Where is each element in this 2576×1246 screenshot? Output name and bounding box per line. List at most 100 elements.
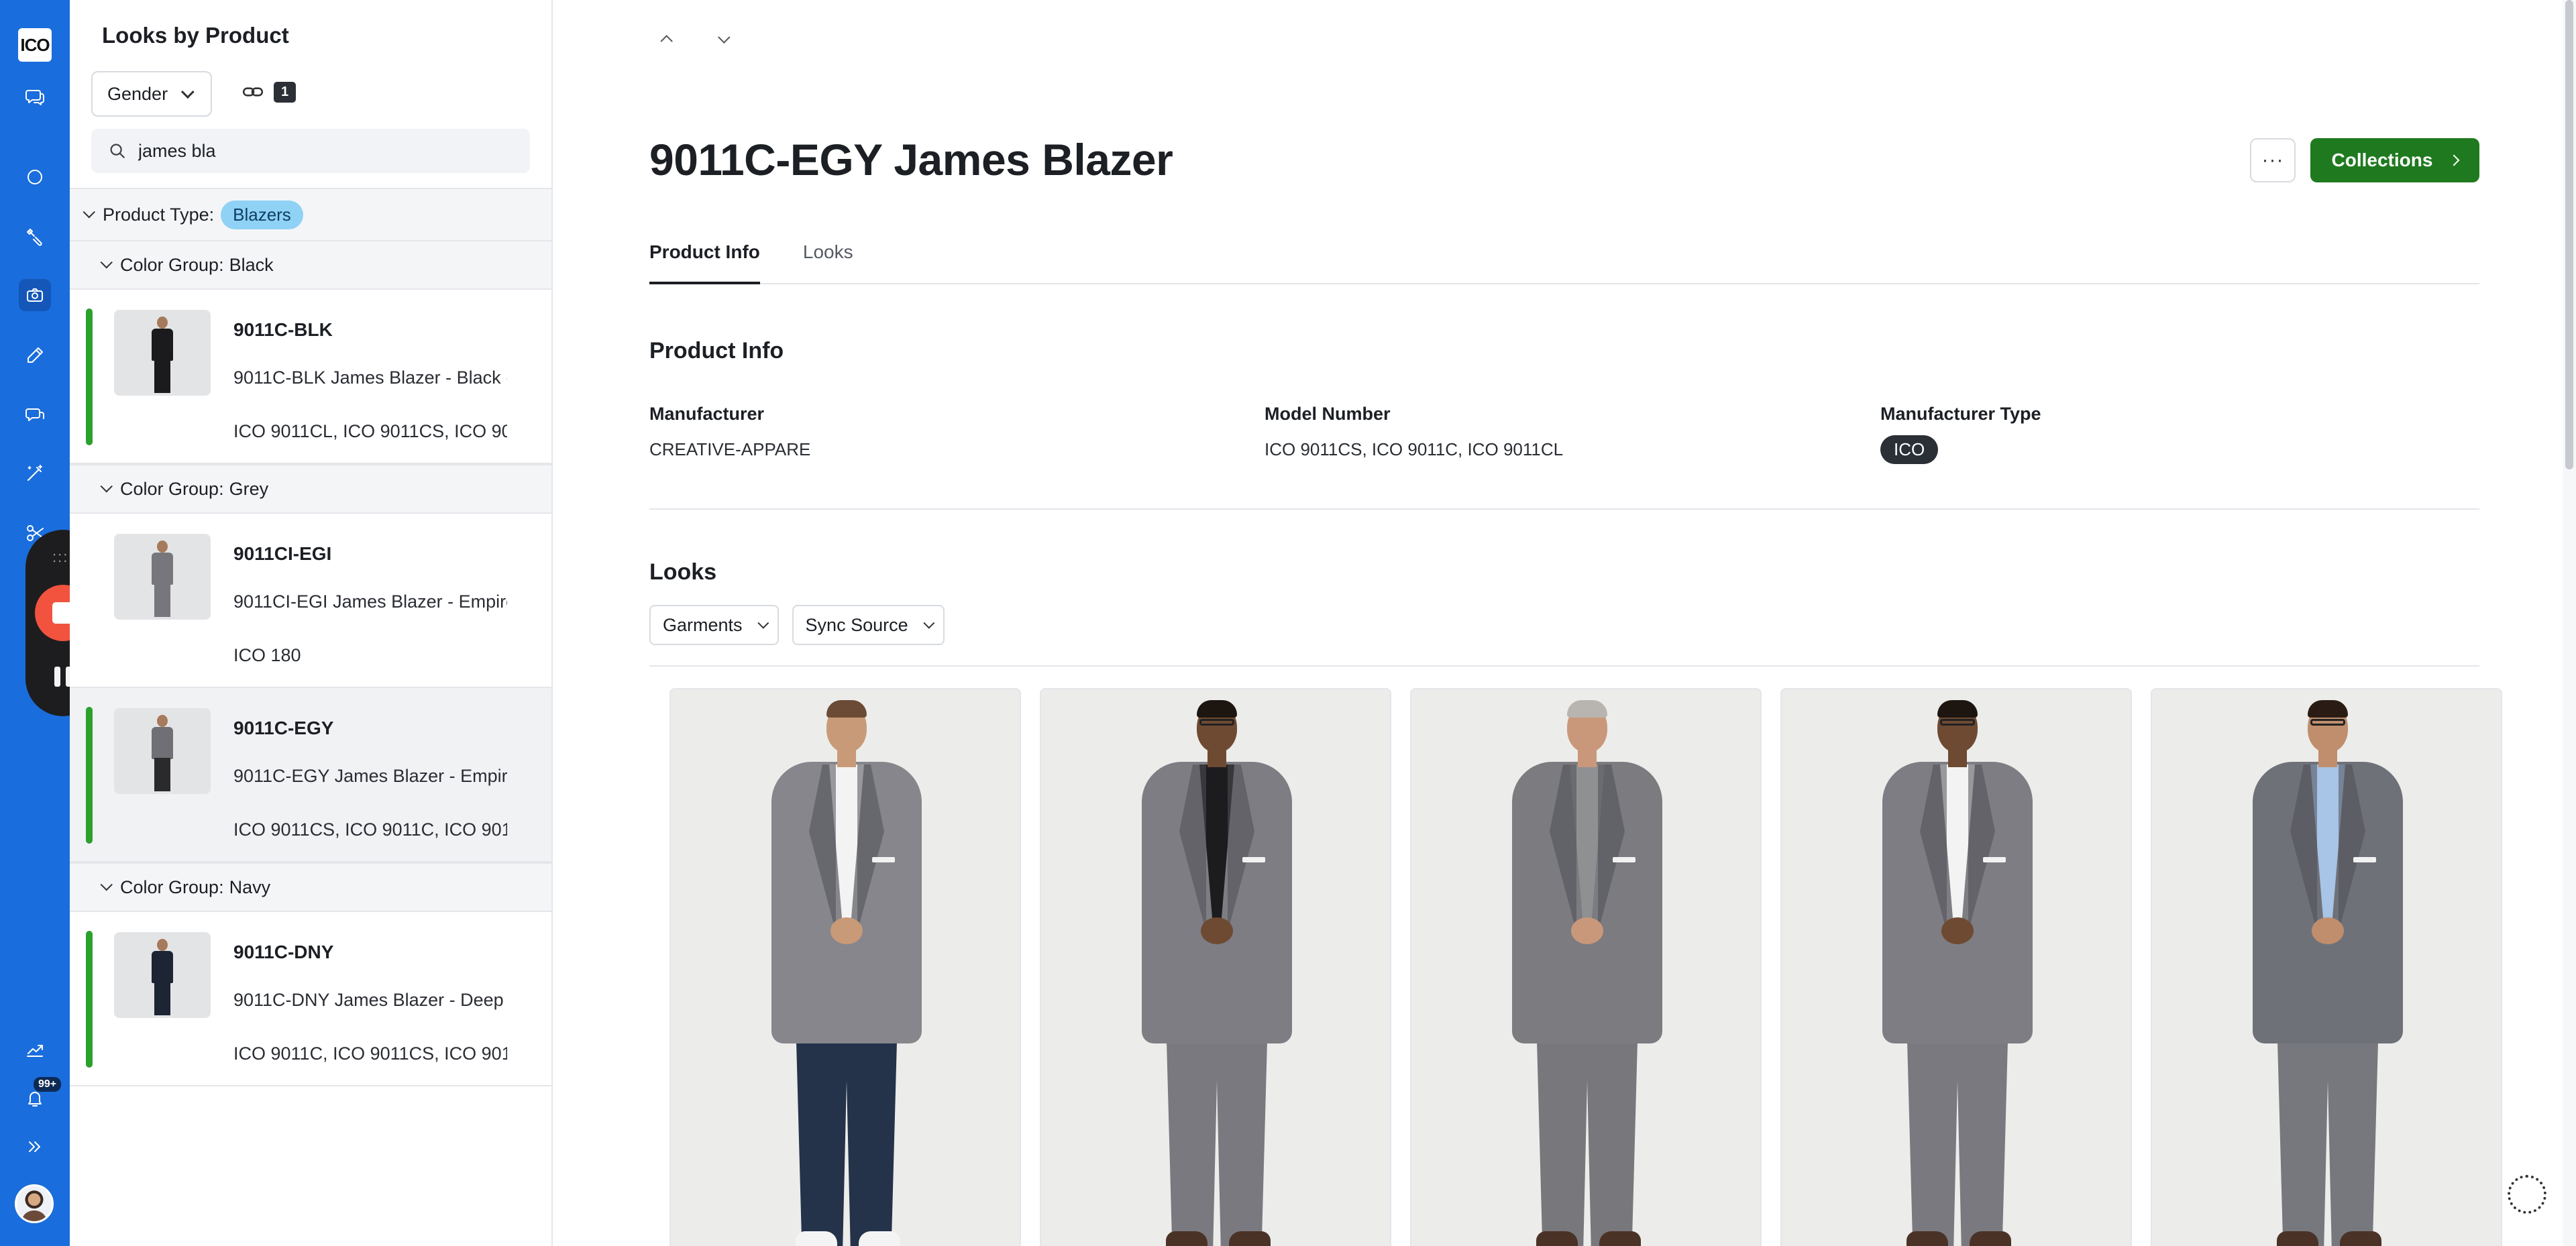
figure-shoe	[1907, 1231, 1948, 1246]
chart-up-icon[interactable]	[19, 1034, 51, 1066]
figure-hands	[830, 917, 863, 944]
chevron-down-icon	[83, 205, 95, 218]
figure-trousers	[2277, 1025, 2379, 1246]
figure-shoe	[859, 1231, 900, 1246]
chevron-down-icon	[180, 85, 195, 99]
chat-bubbles-icon[interactable]	[19, 80, 51, 113]
item-description: 9011CI-EGI James Blazer - Empire Grey	[233, 591, 507, 612]
chevron-up-icon	[659, 34, 673, 48]
list-item[interactable]: 9011CI-EGI 9011CI-EGI James Blazer - Emp…	[70, 514, 551, 688]
item-code: 9011C-DNY	[233, 942, 334, 962]
app-logo[interactable]: ICO	[18, 28, 52, 62]
figure-hands	[1941, 917, 1974, 944]
status-bar	[86, 707, 93, 844]
figure-shoe	[1229, 1231, 1271, 1246]
look-photo[interactable]	[1410, 688, 1762, 1246]
color-group-header[interactable]: Color Group: Grey	[70, 464, 551, 514]
garments-filter-button[interactable]: Garments	[649, 605, 779, 645]
figure-shoe	[1166, 1231, 1208, 1246]
chevron-down-icon	[717, 30, 731, 44]
previous-record-button[interactable]	[659, 31, 676, 48]
look-photo[interactable]	[1780, 688, 2132, 1246]
figure-shoe	[2277, 1231, 2318, 1246]
status-bar	[86, 308, 93, 445]
linked-filter-toggle[interactable]: 1	[241, 80, 297, 103]
figure-hands	[1571, 917, 1603, 944]
product-thumbnail	[114, 310, 211, 396]
figure-hands	[2312, 917, 2344, 944]
color-group-value: Grey	[229, 478, 269, 499]
figure-hair	[1197, 700, 1237, 718]
search-input[interactable]	[138, 140, 514, 162]
color-group-label: Color Group:	[120, 876, 224, 897]
figure-shoe	[1599, 1231, 1641, 1246]
page-title: 9011C-EGY James Blazer	[649, 135, 1173, 184]
figure-trousers	[1907, 1025, 2008, 1246]
sync-source-filter-button[interactable]: Sync Source	[792, 605, 945, 645]
loading-spinner-icon	[2508, 1175, 2546, 1214]
figure-shoe	[796, 1231, 837, 1246]
figure-hair	[826, 700, 867, 718]
tab-product-info[interactable]: Product Info	[649, 233, 760, 284]
manufacturer-field: Manufacturer CREATIVE-APPARE	[649, 404, 810, 460]
drag-handle-icon[interactable]: :::	[52, 549, 68, 566]
chevron-down-icon	[100, 256, 113, 268]
camera-icon[interactable]	[19, 279, 51, 311]
list-item[interactable]: 9011C-DNY 9011C-DNY James Blazer - Deep …	[70, 912, 551, 1086]
figure-trousers	[1536, 1025, 1638, 1246]
figure-shoe	[1536, 1231, 1578, 1246]
expand-icon[interactable]	[19, 1131, 51, 1163]
tools-icon[interactable]	[19, 221, 51, 253]
status-bar	[86, 931, 93, 1068]
next-record-button[interactable]	[714, 30, 731, 47]
figure-trousers	[1166, 1025, 1268, 1246]
scrollbar-thumb[interactable]	[2565, 0, 2573, 469]
search-field[interactable]	[91, 129, 530, 173]
notification-badge: 99+	[34, 1077, 62, 1092]
figure-glasses	[1940, 719, 1975, 726]
look-photo[interactable]	[1040, 688, 1391, 1246]
link-icon	[242, 87, 264, 97]
chevron-down-icon	[100, 479, 113, 492]
list-title: Looks by Product	[102, 23, 289, 48]
manufacturer-type-field: Manufacturer Type ICO	[1880, 404, 2041, 464]
tab-bar: Product Info Looks	[649, 233, 2479, 284]
gender-filter-select[interactable]: Gender	[91, 71, 212, 117]
figure-glasses	[2310, 719, 2345, 726]
linked-count-badge: 1	[274, 81, 297, 103]
item-description: 9011C-BLK James Blazer - Black (M)	[233, 367, 507, 388]
product-thumbnail	[114, 534, 211, 620]
list-item[interactable]: 9011C-EGY 9011C-EGY James Blazer - Empir…	[70, 688, 551, 862]
collections-button[interactable]: Collections	[2310, 138, 2479, 182]
page-scrollbar[interactable]	[2563, 0, 2576, 1246]
figure-trousers	[796, 1025, 898, 1246]
look-photo[interactable]	[2151, 688, 2502, 1246]
list-item[interactable]: 9011C-BLK 9011C-BLK James Blazer - Black…	[70, 290, 551, 464]
figure-pocket-square	[1242, 857, 1265, 862]
figure-hair	[1567, 700, 1607, 718]
item-code: 9011C-BLK	[233, 319, 333, 340]
circle-icon[interactable]	[19, 161, 51, 193]
pencil-icon[interactable]	[19, 339, 51, 372]
looks-filters: Garments Sync Source	[649, 605, 945, 645]
manufacturer-type-label: Manufacturer Type	[1880, 404, 2041, 424]
looks-grid	[669, 688, 2502, 1246]
product-thumbnail	[114, 708, 211, 794]
model-number-field: Model Number ICO 9011CS, ICO 9011C, ICO …	[1265, 404, 1563, 460]
model-number-value: ICO 9011CS, ICO 9011C, ICO 9011CL	[1265, 439, 1564, 459]
figure-hair	[2308, 700, 2348, 718]
tab-looks[interactable]: Looks	[803, 233, 853, 284]
magic-wand-icon[interactable]	[19, 457, 51, 490]
chat-icon[interactable]	[19, 398, 51, 431]
product-info-heading: Product Info	[649, 338, 784, 363]
figure-hands	[1201, 917, 1233, 944]
looks-heading: Looks	[649, 559, 717, 585]
manufacturer-value: CREATIVE-APPARE	[649, 439, 811, 459]
color-group-header[interactable]: Color Group: Navy	[70, 862, 551, 912]
look-photo[interactable]	[669, 688, 1021, 1246]
more-actions-button[interactable]: ···	[2250, 138, 2296, 182]
color-group-header[interactable]: Color Group: Black	[70, 240, 551, 290]
product-type-group[interactable]: Product Type: Blazers	[70, 189, 551, 240]
user-avatar[interactable]	[15, 1184, 54, 1223]
color-group-label: Color Group:	[120, 478, 224, 499]
